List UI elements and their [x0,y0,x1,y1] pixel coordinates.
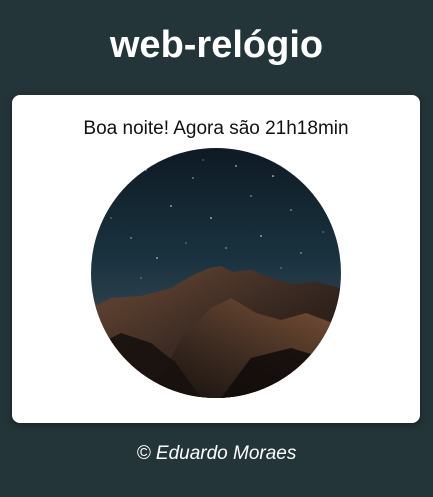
night-mountain-illustration [91,148,341,398]
footer-credit: © Eduardo Moraes [136,443,297,464]
greeting-text: Boa noite! Agora são 21h18min [83,118,349,139]
page-title: web-relógio [109,24,324,66]
period-image [91,148,341,398]
clock-card: Boa noite! Agora são 21h18min [12,95,420,423]
